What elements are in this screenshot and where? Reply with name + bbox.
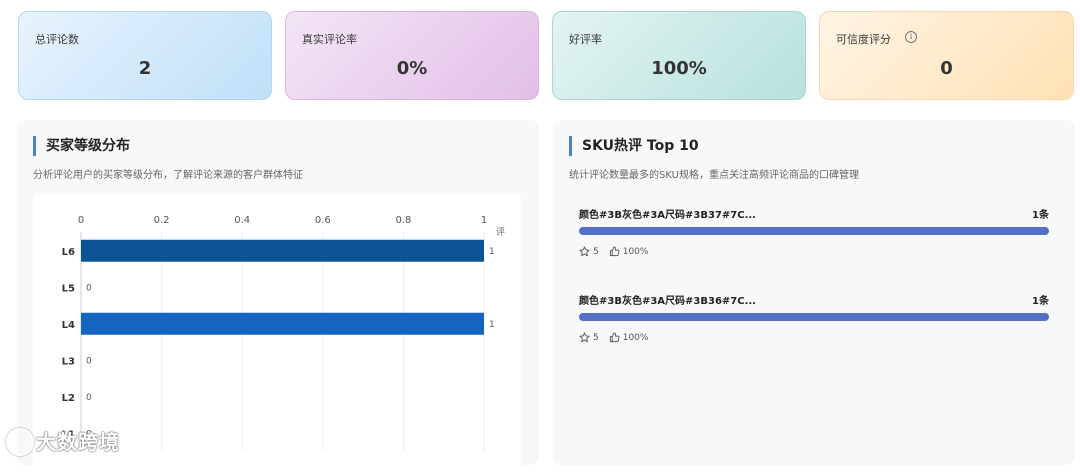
- sku-progress-track: [579, 227, 1049, 235]
- panel-subtitle: 分析评论用户的买家等级分布，了解评论来源的客户群体特征: [33, 170, 303, 181]
- watermark-text: 大数跨境: [36, 430, 120, 454]
- x-tick-label: 1: [481, 215, 487, 226]
- star-icon: [579, 332, 590, 343]
- sku-rating: 5: [593, 332, 599, 343]
- stat-value: 100%: [651, 58, 707, 79]
- sku-meta: 5 100%: [579, 332, 648, 343]
- sku-progress-track: [579, 313, 1049, 321]
- sku-rating: 5: [593, 246, 599, 257]
- thumbs-up-icon: [609, 246, 620, 257]
- panel-title: 买家等级分布: [33, 136, 130, 156]
- y-tick-label: L4: [62, 320, 75, 331]
- x-tick-label: 0.2: [154, 215, 170, 226]
- stat-card-positive-rate: 好评率 100%: [552, 11, 806, 100]
- data-label: 0: [86, 356, 92, 366]
- panel-title: SKU热评 Top 10: [569, 136, 699, 156]
- watermark-icon: [6, 428, 34, 456]
- y-tick-label: L3: [62, 356, 75, 367]
- sku-count: 1条: [1032, 210, 1049, 221]
- data-label: 0: [86, 283, 92, 293]
- sku-progress-fill: [579, 313, 1049, 321]
- sku-good-rate: 100%: [622, 246, 649, 257]
- sku-name: 颜色#3B灰色#3A尺码#3B36#7C...: [579, 296, 756, 307]
- sku-count: 1条: [1032, 296, 1049, 307]
- sku-top-panel: SKU热评 Top 10 统计评论数量最多的SKU规格，重点关注高频评论商品的口…: [553, 120, 1075, 465]
- x-axis-label: 评: [496, 227, 505, 238]
- sku-good-rate: 100%: [622, 332, 649, 343]
- stat-label: 可信度评分: [836, 33, 891, 46]
- stat-card-total-reviews: 总评论数 2: [18, 11, 272, 100]
- star-icon: [579, 246, 590, 257]
- x-tick-label: 0.8: [395, 215, 411, 226]
- info-circle-icon[interactable]: i: [905, 31, 917, 43]
- thumbs-up-icon: [609, 332, 620, 343]
- stat-card-real-review-rate: 真实评论率 0%: [285, 11, 539, 100]
- bar: [81, 312, 484, 335]
- x-tick-label: 0.6: [315, 215, 331, 226]
- x-tick-label: 0: [78, 215, 84, 226]
- buyer-level-panel: 买家等级分布 分析评论用户的买家等级分布，了解评论来源的客户群体特征 0 0.2 0…: [17, 120, 539, 474]
- y-tick-label: L6: [62, 247, 75, 258]
- sku-name: 颜色#3B灰色#3A尺码#3B37#7C...: [579, 210, 756, 221]
- stat-value: 0: [940, 58, 953, 79]
- panel-subtitle: 统计评论数量最多的SKU规格，重点关注高频评论商品的口碑管理: [569, 170, 859, 181]
- stat-label: 总评论数: [35, 33, 79, 46]
- y-tick-label: L2: [62, 393, 75, 404]
- y-tick-label: L5: [62, 283, 75, 294]
- stat-label: 好评率: [569, 33, 602, 46]
- data-label: 0: [86, 393, 92, 403]
- sku-meta: 5 100%: [579, 246, 648, 257]
- stat-value: 2: [138, 58, 152, 79]
- data-label: 1: [489, 247, 495, 257]
- stat-value: 0%: [396, 58, 428, 79]
- stat-card-credibility-score: 可信度评分 i 0: [819, 11, 1074, 100]
- sku-progress-fill: [579, 227, 1049, 235]
- watermark-logo: 大数跨境: [6, 426, 146, 456]
- data-label: 1: [489, 320, 495, 330]
- bar: [81, 239, 484, 262]
- stat-label: 真实评论率: [302, 33, 357, 46]
- x-tick-label: 0.4: [234, 215, 250, 226]
